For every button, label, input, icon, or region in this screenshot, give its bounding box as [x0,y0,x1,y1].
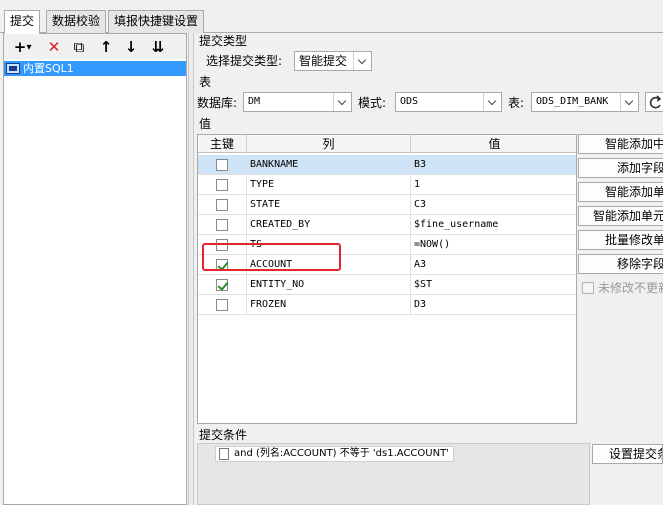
key-cell [198,175,247,194]
submit-type-label: 选择提交类型: [206,54,283,68]
header-key[interactable]: 主键 [198,135,247,153]
column-cell[interactable]: CREATED_BY [247,215,411,234]
key-cell [198,215,247,234]
move-to-bottom-icon[interactable]: ⇊ [148,37,168,57]
chevron-down-icon [333,93,351,111]
submit-type-select[interactable]: 智能提交 [294,51,372,71]
value-cell[interactable]: $ST [411,275,576,294]
value-cell[interactable]: B3 [411,155,576,174]
chevron-down-icon [483,93,501,111]
sql-list-panel: + ▾ ✕ ⧉ ↑ ↓ ⇊ 内置SQL1 [3,33,187,505]
primary-key-checkbox[interactable] [216,219,228,231]
primary-key-checkbox[interactable] [216,159,228,171]
table-row[interactable]: TYPE 1 [198,175,576,195]
highlight-box [202,243,341,271]
add-dropdown-icon[interactable]: ▾ [24,37,34,57]
values-section-title: 值 [199,117,212,131]
primary-key-checkbox[interactable] [216,299,228,311]
value-cell[interactable]: A3 [411,255,576,274]
database-label: 数据库: [197,96,238,110]
key-cell [198,295,247,314]
table-section-title: 表 [199,75,212,89]
table-label: 表: [508,96,525,110]
tree-item-label: 内置SQL1 [23,62,74,75]
pane-splitter[interactable] [188,33,194,505]
smart-add-cells-button[interactable]: 智能添加单元 [578,206,663,226]
primary-key-checkbox[interactable] [216,279,228,291]
tree-item-sql1[interactable]: 内置SQL1 [4,61,186,76]
submit-type-value: 智能提交 [299,54,348,68]
chevron-down-icon [620,93,638,111]
key-cell [198,275,247,294]
add-field-button[interactable]: 添加字段 [578,158,663,178]
column-cell[interactable]: ENTITY_NO [247,275,411,294]
move-up-icon[interactable]: ↑ [96,37,116,57]
tab-submit[interactable]: 提交 [4,10,41,34]
value-cell[interactable]: 1 [411,175,576,194]
column-cell[interactable]: BANKNAME [247,155,411,174]
table-value: ODS_DIM_BANK [536,96,609,107]
primary-key-checkbox[interactable] [216,179,228,191]
table-row[interactable]: CREATED_BY $fine_username [198,215,576,235]
condition-text: and (列名:ACCOUNT) 不等于 'ds1.ACCOUNT' [234,448,449,459]
submit-type-section-title: 提交类型 [199,34,248,48]
values-table: 主键 列 值 BANKNAME B3 TYPE 1 STATE C3 CREATED_BY $… [197,134,577,424]
no-update-label: 未修改不更新 [598,281,663,295]
document-icon [219,448,229,460]
column-cell[interactable]: STATE [247,195,411,214]
value-cell[interactable]: C3 [411,195,576,214]
value-cell[interactable]: $fine_username [411,215,576,234]
conditions-section-title: 提交条件 [199,428,248,442]
column-cell[interactable]: TYPE [247,175,411,194]
no-update-option[interactable]: 未修改不更新 [582,280,663,296]
database-select[interactable]: DM [243,92,352,112]
remove-field-button[interactable]: 移除字段 [578,254,663,274]
column-cell[interactable]: FROZEN [247,295,411,314]
header-column[interactable]: 列 [247,135,411,153]
schema-select[interactable]: ODS [395,92,502,112]
copy-icon[interactable]: ⧉ [69,37,89,57]
primary-key-checkbox[interactable] [216,199,228,211]
refresh-button[interactable] [645,92,663,112]
delete-icon[interactable]: ✕ [44,37,64,57]
no-update-checkbox[interactable] [582,282,594,294]
table-row[interactable]: ENTITY_NO $ST [198,275,576,295]
tab-bar: 提交 数据校验 填报快捷键设置 [0,0,663,34]
refresh-icon [649,95,662,109]
smart-add-cell-button[interactable]: 智能添加单 [578,182,663,202]
schema-label: 模式: [358,96,387,110]
database-value: DM [248,96,261,107]
key-cell [198,195,247,214]
table-row[interactable]: BANKNAME B3 [198,155,576,175]
condition-item[interactable]: and (列名:ACCOUNT) 不等于 'ds1.ACCOUNT' [215,446,454,462]
smart-add-button[interactable]: 智能添加中 [578,134,663,154]
conditions-list: and (列名:ACCOUNT) 不等于 'ds1.ACCOUNT' [197,443,590,505]
left-toolbar: + ▾ ✕ ⧉ ↑ ↓ ⇊ [4,34,186,59]
value-cell[interactable]: =NOW() [411,235,576,254]
tab-shortcut-settings[interactable]: 填报快捷键设置 [108,10,205,33]
batch-modify-button[interactable]: 批量修改单 [578,230,663,250]
table-select[interactable]: ODS_DIM_BANK [531,92,639,112]
tab-data-validation[interactable]: 数据校验 [46,10,107,33]
move-down-icon[interactable]: ↓ [121,37,141,57]
set-condition-button[interactable]: 设置提交条 [592,444,663,464]
table-row[interactable]: FROZEN D3 [198,295,576,315]
database-icon [6,63,20,74]
table-row[interactable]: STATE C3 [198,195,576,215]
value-cell[interactable]: D3 [411,295,576,314]
schema-value: ODS [400,96,419,107]
key-cell [198,155,247,174]
header-value[interactable]: 值 [411,135,576,153]
chevron-down-icon [353,52,371,70]
